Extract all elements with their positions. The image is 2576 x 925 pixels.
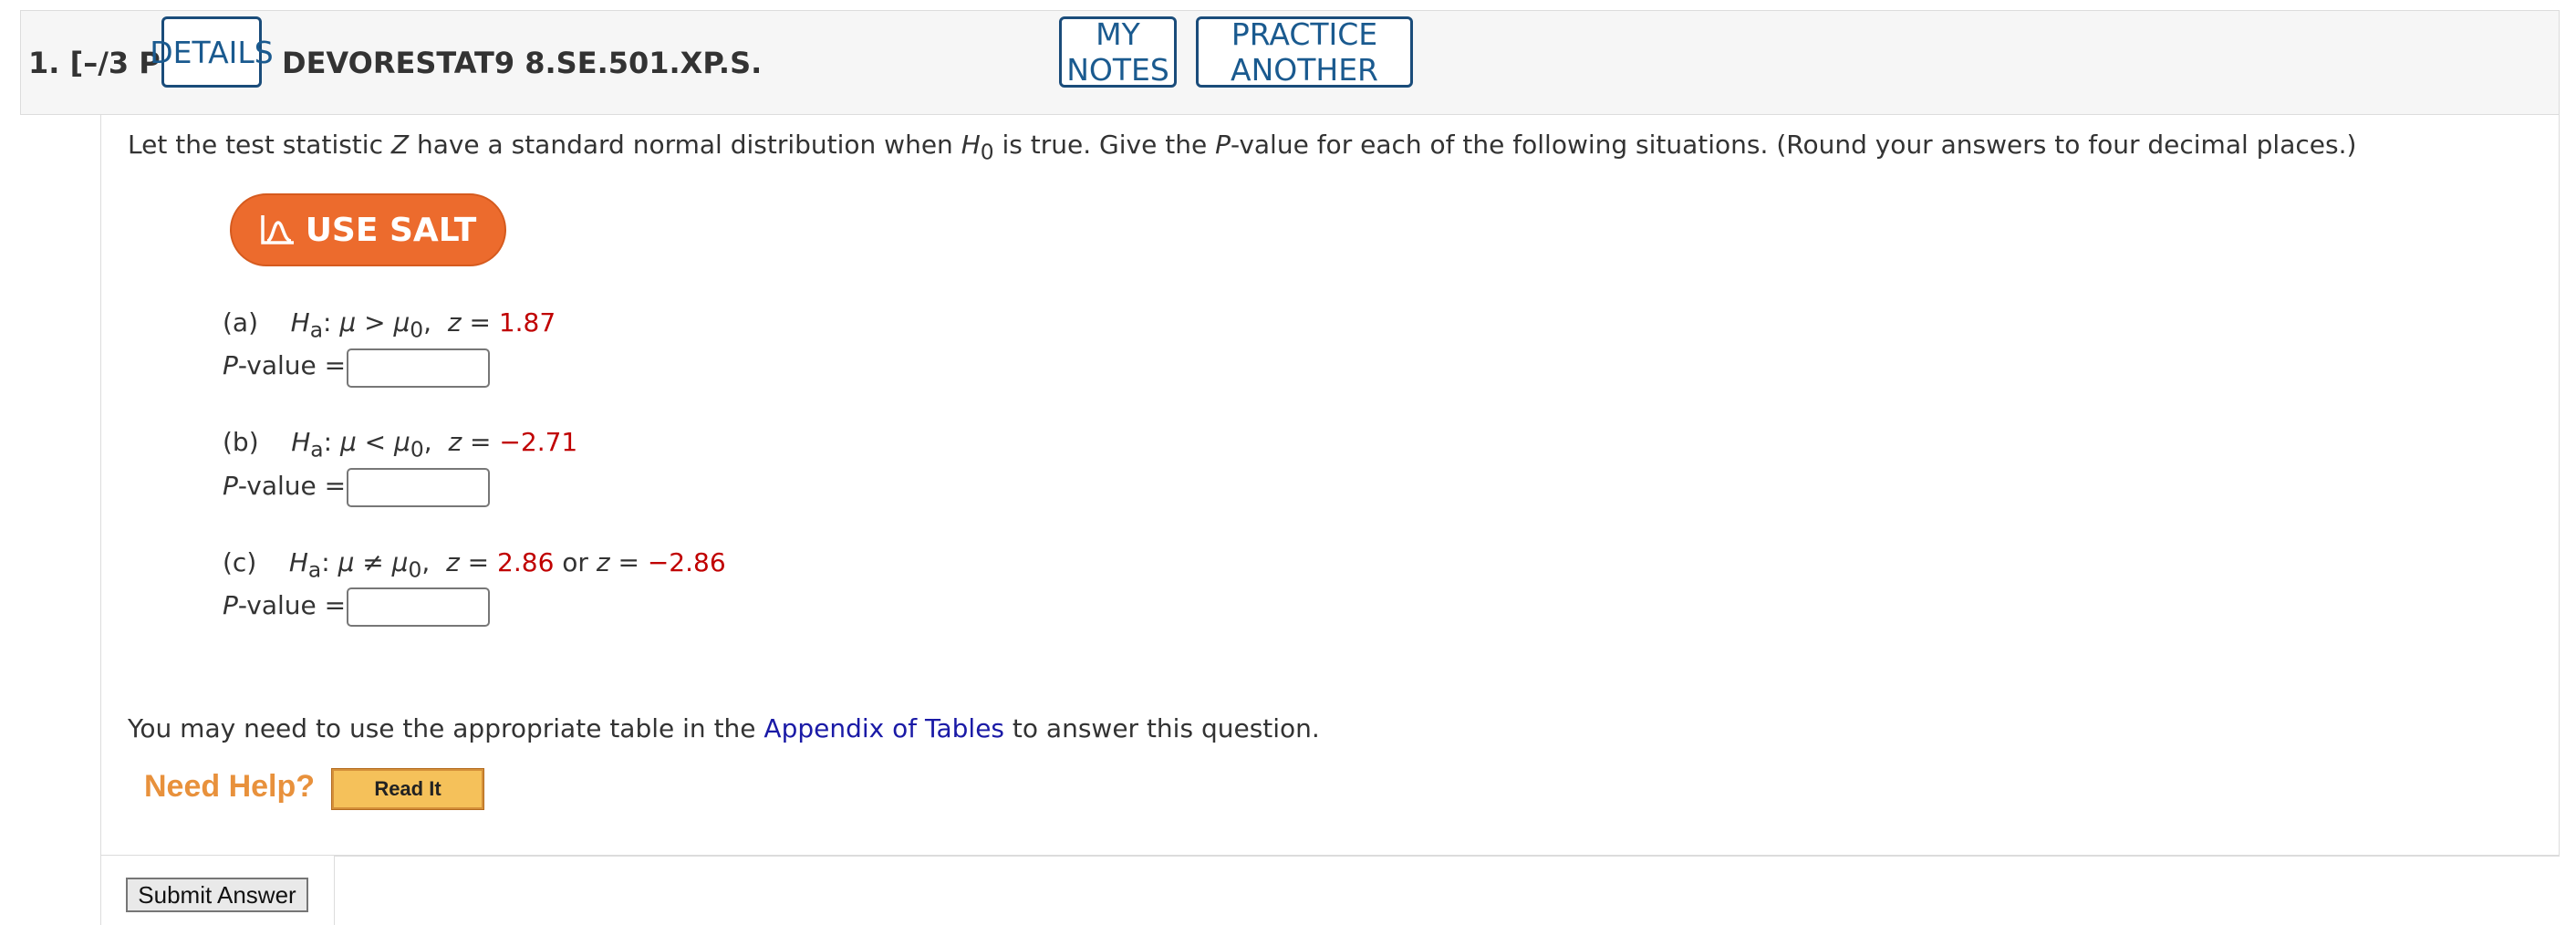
question-header: 1. [–/3 Points] DETAILS DEVORESTAT9 8.SE… — [20, 10, 2560, 115]
body-border — [100, 856, 101, 925]
part-c-hypothesis: (c) Ha: μ ≠ μ0, z = 2.86 or z = −2.86 — [223, 547, 726, 583]
instructions-text: Let the test statistic Z have a standard… — [128, 130, 2357, 165]
tables-note: You may need to use the appropriate tabl… — [128, 713, 1320, 743]
salt-chart-icon — [260, 215, 294, 244]
p-value-label: P-value = — [223, 590, 347, 620]
response-panel — [334, 856, 2560, 925]
z-value-alt: −2.86 — [647, 547, 726, 577]
submit-answer-button[interactable]: Submit Answer — [126, 878, 308, 912]
p-value-label: P-value = — [223, 350, 347, 380]
part-b-answer-input[interactable] — [347, 468, 490, 507]
z-value: −2.71 — [499, 427, 578, 457]
practice-another-button[interactable]: PRACTICE ANOTHER — [1196, 16, 1413, 88]
z-value: 1.87 — [498, 307, 556, 338]
appendix-of-tables-link[interactable]: Appendix of Tables — [763, 713, 1004, 743]
part-a-hypothesis: (a) Ha: μ > μ0, z = 1.87 — [223, 307, 556, 343]
read-it-button[interactable]: Read It — [331, 768, 484, 810]
part-a-answer-input[interactable] — [347, 348, 490, 388]
use-salt-label: USE SALT — [305, 211, 477, 249]
need-help-label: Need Help? — [144, 769, 316, 804]
part-c-answer-input[interactable] — [347, 587, 490, 627]
question-id: DEVORESTAT9 8.SE.501.XP.S. — [282, 46, 763, 80]
use-salt-button[interactable]: USE SALT — [230, 193, 506, 266]
p-value-label: P-value = — [223, 471, 347, 501]
my-notes-button[interactable]: MY NOTES — [1059, 16, 1177, 88]
details-button[interactable]: DETAILS — [150, 16, 274, 88]
z-value: 2.86 — [497, 547, 555, 577]
part-b-hypothesis: (b) Ha: μ < μ0, z = −2.71 — [223, 427, 578, 462]
